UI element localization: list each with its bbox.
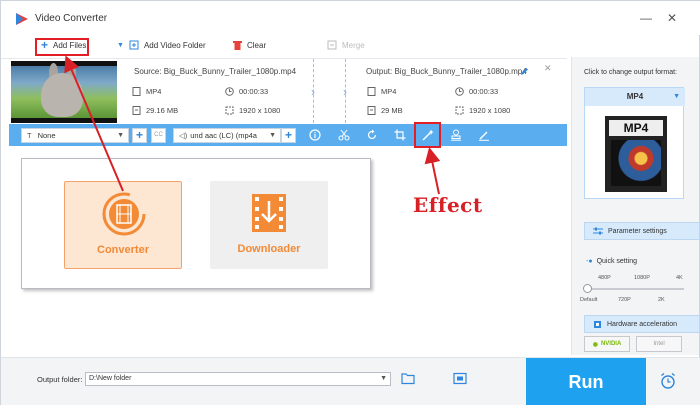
tick-720p: 720P: [618, 297, 631, 303]
info-icon[interactable]: [309, 129, 321, 141]
add-files-highlight: [35, 38, 89, 56]
scissors-icon[interactable]: [338, 129, 350, 141]
quality-slider-knob[interactable]: [583, 284, 592, 293]
quick-setting-icon: -●: [586, 258, 593, 265]
rotate-icon[interactable]: [366, 129, 378, 141]
source-duration: 00:00:33: [225, 87, 268, 96]
dropdown-arrow-icon: ▼: [380, 375, 387, 382]
alarm-clock-icon[interactable]: [659, 372, 677, 390]
video-thumbnail[interactable]: [11, 61, 117, 123]
tick-480p: 480P: [598, 275, 611, 281]
tick-1080p: 1080P: [634, 275, 650, 281]
film-convert-icon: [102, 192, 146, 236]
clear-label: Clear: [247, 40, 267, 50]
arrow-to-effect: [424, 147, 441, 195]
dropdown-arrow-icon: ▼: [269, 132, 276, 139]
dropdown-arrow-icon: ▼: [117, 41, 124, 49]
add-subtitle-button[interactable]: +: [132, 128, 147, 143]
mode-panel: Converter Downloader: [21, 158, 371, 289]
edit-toolbar: T None ▼ + CC ◁) und aac (LC) (mp4a ▼ +: [9, 124, 567, 146]
chevron-right-icon: ›: [311, 85, 315, 99]
nvidia-logo-icon: ◉: [592, 341, 598, 348]
audio-track-select[interactable]: ◁) und aac (LC) (mp4a ▼: [173, 128, 281, 143]
clear-button[interactable]: Clear: [233, 40, 266, 50]
app-window: Video Converter — ✕ + Add Files ▼ Add Vi…: [0, 0, 700, 405]
browse-output-icon[interactable]: [453, 372, 467, 385]
cc-button[interactable]: CC: [151, 128, 166, 143]
crop-icon[interactable]: [394, 129, 406, 141]
merge-icon: [327, 40, 337, 50]
quick-setting-label: -● Quick setting: [586, 258, 638, 265]
output-folder-field[interactable]: D:\New folder ▼: [85, 372, 391, 386]
downloader-label: Downloader: [237, 243, 301, 255]
trash-icon: [233, 41, 242, 50]
source-format: MP4: [132, 87, 161, 96]
output-settings-panel: Click to change output format: MP4 ▼ MP4…: [571, 57, 700, 355]
clock-icon: [455, 87, 464, 96]
chip-icon: [594, 320, 601, 328]
watermark-stamp-icon[interactable]: [450, 129, 462, 141]
remove-file-icon[interactable]: ✕: [544, 63, 552, 74]
title-bar: Video Converter — ✕: [1, 1, 700, 35]
subtitle-edit-icon[interactable]: [478, 129, 490, 141]
effect-annotation: Effect: [413, 193, 483, 217]
filesize-icon: [367, 106, 376, 115]
tick-default: Default: [580, 297, 598, 303]
tick-4k: 4K: [676, 275, 683, 281]
output-format-hint: Click to change output format:: [584, 69, 677, 76]
dropdown-arrow-icon: ▼: [117, 132, 124, 139]
subtitle-select[interactable]: T None ▼: [21, 128, 129, 143]
app-logo-icon: [16, 13, 28, 25]
folder-add-icon: [129, 40, 139, 50]
speaker-icon: ◁): [179, 131, 188, 140]
resolution-icon: [225, 106, 234, 115]
close-button[interactable]: ✕: [665, 11, 679, 25]
converter-label: Converter: [97, 244, 149, 256]
sliders-icon: [593, 227, 603, 235]
add-video-folder-button[interactable]: ▼ Add Video Folder: [117, 40, 206, 50]
source-resolution: 1920 x 1080: [225, 106, 280, 115]
hardware-acceleration-button[interactable]: Hardware acceleration: [584, 315, 700, 333]
resolution-icon: [455, 106, 464, 115]
merge-label: Merge: [342, 40, 365, 50]
tick-2k: 2K: [658, 297, 665, 303]
dropdown-arrow-icon: ▼: [673, 93, 680, 100]
add-video-folder-label: Add Video Folder: [143, 40, 206, 50]
clock-icon: [225, 87, 234, 96]
merge-button[interactable]: Merge: [327, 40, 365, 50]
converter-card[interactable]: Converter: [64, 181, 182, 269]
intel-toggle[interactable]: Intel: [636, 336, 682, 352]
source-size: 29.16 MB: [132, 106, 178, 115]
add-audio-button[interactable]: +: [281, 128, 296, 143]
output-format: MP4: [367, 87, 396, 96]
run-button[interactable]: Run: [526, 358, 646, 405]
source-filename: Source: Big_Buck_Bunny_Trailer_1080p.mp4: [134, 67, 297, 76]
output-duration: 00:00:33: [455, 87, 498, 96]
download-film-icon: [252, 194, 286, 232]
parameter-settings-button[interactable]: Parameter settings: [584, 222, 700, 240]
open-folder-icon[interactable]: [401, 372, 415, 385]
output-filename: Output: Big_Buck_Bunny_Trailer_1080p.mp4: [366, 67, 527, 76]
effect-tool-highlight: [414, 122, 441, 148]
filesize-icon: [132, 106, 141, 115]
nvidia-toggle[interactable]: ◉ NVIDIA: [584, 336, 630, 352]
output-format-selector[interactable]: MP4 ▼ MP4: [584, 87, 685, 199]
output-folder-label: Output folder:: [37, 375, 83, 384]
downloader-card[interactable]: Downloader: [210, 181, 328, 269]
app-title: Video Converter: [35, 13, 108, 24]
bottom-bar: Output folder: D:\New folder ▼ Run: [1, 357, 700, 405]
minimize-button[interactable]: —: [639, 11, 653, 25]
output-resolution: 1920 x 1080: [455, 106, 510, 115]
file-item[interactable]: Source: Big_Buck_Bunny_Trailer_1080p.mp4…: [9, 59, 567, 123]
output-format-header: MP4 ▼: [585, 88, 685, 106]
output-size: 29 MB: [367, 106, 403, 115]
mp4-format-icon: MP4: [605, 116, 667, 192]
quality-slider[interactable]: [586, 288, 684, 290]
file-icon: [367, 87, 376, 96]
chevron-right-icon: ›: [343, 85, 347, 99]
text-icon: T: [27, 131, 32, 140]
file-icon: [132, 87, 141, 96]
edit-pencil-icon[interactable]: [520, 67, 529, 76]
